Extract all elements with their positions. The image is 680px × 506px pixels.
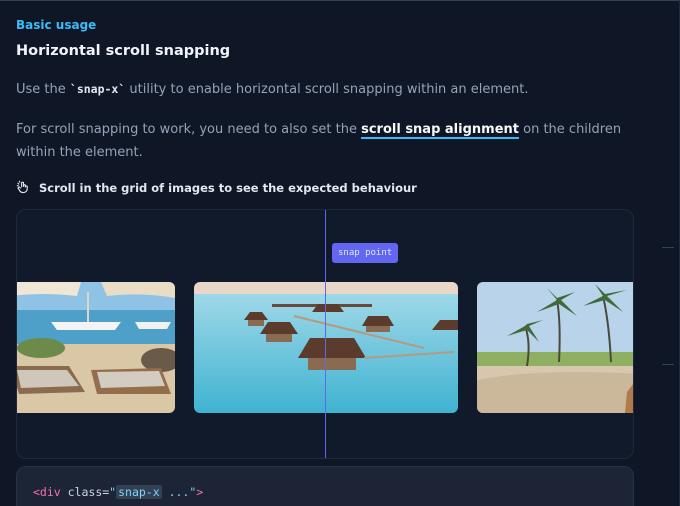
paragraph-text: Use the xyxy=(16,82,70,97)
code-tag-open: <div xyxy=(33,485,61,499)
snap-demo-scroller[interactable]: snap point xyxy=(16,209,634,459)
code-highlight: snap-x xyxy=(116,485,162,499)
scroll-hint: Scroll in the grid of images to see the … xyxy=(16,180,417,195)
overwater-bungalows-image xyxy=(194,282,458,413)
hand-pointer-icon xyxy=(16,180,28,194)
snap-point-badge: snap point xyxy=(332,243,399,263)
alignment-paragraph: For scroll snapping to work, you need to… xyxy=(16,118,636,164)
code-attr: class= xyxy=(60,485,110,499)
snap-point-line xyxy=(325,210,326,458)
code-tag-close: > xyxy=(196,485,204,499)
code-value-rest: ... xyxy=(161,485,190,499)
inline-code: `snap-x` xyxy=(69,82,126,96)
section-title: Horizontal scroll snapping xyxy=(16,43,231,59)
description-paragraph: Use the `snap-x` utility to enable horiz… xyxy=(16,78,636,101)
scroll-marker xyxy=(662,364,674,365)
code-line: <div class=" snap-x ..."> xyxy=(33,485,203,499)
beach-chairs-image xyxy=(17,282,175,413)
scroll-hint-text: Scroll in the grid of images to see the … xyxy=(39,180,417,195)
code-example: <div class=" snap-x ..."> xyxy=(16,466,634,506)
scroll-marker xyxy=(662,247,674,248)
paragraph-text: For scroll snapping to work, you need to… xyxy=(16,122,362,137)
section-eyebrow: Basic usage xyxy=(16,18,97,32)
palm-beach-image xyxy=(477,282,633,413)
paragraph-text: utility to enable horizontal scroll snap… xyxy=(125,82,529,97)
scroll-snap-alignment-link[interactable]: scroll snap alignment xyxy=(361,122,519,139)
frame-top-border xyxy=(0,0,680,1)
